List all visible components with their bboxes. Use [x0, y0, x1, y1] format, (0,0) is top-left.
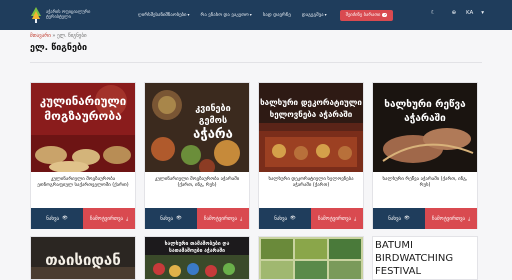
cover-title-line: ხალხური რეწვა: [384, 98, 466, 110]
eye-icon: 👁: [290, 216, 296, 221]
download-icon: ⤓: [240, 216, 243, 222]
download-icon: ⤓: [354, 216, 357, 222]
ebook-title: ხალხური რეწვა აჭარაში (ქართ, ინგ, რუს): [382, 177, 468, 189]
menu-label: ღირსშესანიშნაობები: [138, 13, 187, 18]
download-button[interactable]: ჩამოტვირთვა ⤓: [83, 208, 135, 229]
buy-card-button[interactable]: შეიძინე ბარათი ↗: [339, 9, 394, 21]
menu-item-activities[interactable]: რა ვნახო და ვაკეთო▾: [201, 12, 252, 18]
card-actions: ნახვა 👁 ჩამოტვირთვა ⤓: [373, 208, 477, 229]
logo-icon: [30, 7, 42, 23]
cover-title-line: ხალხური თამაშობები და: [165, 240, 230, 247]
download-button[interactable]: ჩამოტვირთვა ⤓: [311, 208, 363, 229]
breadcrumb-separator: »: [52, 33, 56, 39]
cover-title-line: თაისიდან: [45, 251, 121, 269]
ebook-cover-image: [259, 237, 363, 279]
chevron-down-icon: ▾: [187, 12, 190, 17]
view-label: ნახვა: [274, 215, 288, 222]
view-button[interactable]: ნახვა 👁: [259, 208, 311, 229]
view-label: ნახვა: [160, 215, 174, 222]
ebook-cover-image: თაისიდან: [31, 237, 135, 279]
main-menu: ღირსშესანიშნაობები▾ რა ვნახო და ვაკეთო▾ …: [138, 9, 394, 21]
download-label: ჩამოტვირთვა: [89, 215, 124, 222]
menu-item-sights[interactable]: ღირსშესანიშნაობები▾: [138, 12, 190, 18]
language-label: KA: [465, 10, 474, 16]
ebook-cover-image[interactable]: ხალხური დეკორატიული ხელოვნება აჭარაში: [259, 83, 363, 172]
cover-title-line: ხელოვნება აჭარაში: [270, 109, 353, 119]
ebook-card[interactable]: ხალხური თამაშობები და სათამაშოები აჭარაშ…: [144, 236, 250, 280]
external-link-icon: ↗: [382, 12, 388, 17]
view-button[interactable]: ნახვა 👁: [31, 208, 83, 229]
card-actions: ნახვა 👁 ჩამოტვირთვა ⤓: [31, 208, 135, 229]
dark-mode-icon[interactable]: ☾: [431, 10, 436, 16]
ebook-cover-image: BATUMI BIRDWATCHING FESTIVAL: [373, 237, 477, 279]
view-label: ნახვა: [388, 215, 402, 222]
eye-icon: 👁: [404, 216, 410, 221]
cover-title-line: მოგზაურობა: [44, 109, 122, 123]
breadcrumb-home-link[interactable]: მთავარი: [30, 33, 51, 39]
cover-title-line: BATUMI: [375, 240, 413, 251]
menu-item-planning[interactable]: დაგეგმვა▾: [302, 12, 327, 18]
logo-text: აჭარის ოფიციალური ტურისტული: [46, 10, 90, 20]
ebook-card: კულინარიული მოგზაურობა კულინარიული მოგზა…: [30, 82, 136, 229]
ebook-card[interactable]: BATUMI BIRDWATCHING FESTIVAL: [372, 236, 478, 280]
page-title: ელ. წიგნები: [30, 43, 88, 53]
menu-label: რა ვნახო და ვაკეთო: [200, 13, 249, 18]
menu-label: დაგეგმვა: [301, 13, 324, 18]
globe-icon: ⊕: [451, 10, 457, 16]
ebook-card[interactable]: [258, 236, 364, 280]
ebook-cover-image[interactable]: კულინარიული მოგზაურობა: [31, 83, 135, 172]
download-label: ჩამოტვირთვა: [317, 215, 352, 222]
cover-title-line: აჭარა: [193, 127, 233, 142]
menu-item-stay[interactable]: სად დავრჩე: [263, 13, 291, 18]
view-button[interactable]: ნახვა 👁: [373, 208, 425, 229]
breadcrumb-current: ელ. წიგნები: [57, 33, 87, 39]
logo-line-2: ტურისტული: [46, 15, 71, 20]
chevron-down-icon: ▾: [481, 10, 484, 16]
ebook-card: კვინები გემოს აჭარა კულინარიული მოგზაურო…: [144, 82, 250, 229]
nav-utilities: ☾ ⊕ KA ▾: [423, 10, 484, 16]
ebook-title: კულინარიული მოგზაურობა ეთნოგრაფიულ საქარ…: [37, 177, 129, 189]
cover-title-line: კვინები: [195, 104, 230, 114]
card-actions: ნახვა 👁 ჩამოტვირთვა ⤓: [259, 208, 363, 229]
eye-icon: 👁: [176, 216, 182, 221]
site-logo[interactable]: აჭარის ოფიციალური ტურისტული: [30, 7, 108, 23]
ebook-cover-image: ხალხური თამაშობები და სათამაშოები აჭარაშ…: [145, 237, 249, 279]
ebook-card[interactable]: თაისიდან: [30, 236, 136, 280]
cover-title-line: კულინარიული: [40, 94, 127, 108]
cover-title-line: აჭარაში: [404, 112, 446, 124]
download-button[interactable]: ჩამოტვირთვა ⤓: [425, 208, 477, 229]
ebook-cover-image[interactable]: ხალხური რეწვა აჭარაში: [373, 83, 477, 172]
language-switcher[interactable]: ⊕ KA ▾: [444, 10, 484, 16]
cover-title-line: ხალხური დეკორატიული: [260, 97, 362, 107]
ebook-card: ხალხური დეკორატიული ხელოვნება აჭარაში ხა…: [258, 82, 364, 229]
breadcrumb: მთავარი » ელ. წიგნები: [30, 33, 87, 39]
view-button[interactable]: ნახვა 👁: [145, 208, 197, 229]
card-actions: ნახვა 👁 ჩამოტვირთვა ⤓: [145, 208, 249, 229]
cover-title-line: სათამაშოები აჭარაში: [169, 247, 225, 254]
menu-label: სად დავრჩე: [262, 12, 291, 18]
ebook-title: ხალხური დეკორატიული ხელოვნება აჭარაში (ქ…: [268, 177, 354, 189]
ebook-title: კულინარიული მოგზაურობა აჭარაში (ქართ, ინ…: [154, 177, 240, 189]
top-navbar: აჭარის ოფიციალური ტურისტული ღირსშესანიშნ…: [0, 0, 512, 30]
download-icon: ⤓: [468, 216, 471, 222]
eye-icon: 👁: [62, 216, 68, 221]
buy-card-label: შეიძინე ბარათი: [345, 12, 381, 18]
download-label: ჩამოტვირთვა: [203, 215, 238, 222]
ebook-cover-image[interactable]: კვინები გემოს აჭარა: [145, 83, 249, 172]
cover-title-line: BIRDWATCHING: [375, 253, 453, 264]
cover-title-line: FESTIVAL: [375, 266, 422, 277]
view-label: ნახვა: [46, 215, 60, 222]
download-button[interactable]: ჩამოტვირთვა ⤓: [197, 208, 249, 229]
chevron-down-icon: ▾: [324, 12, 327, 17]
ebook-card: ხალხური რეწვა აჭარაში ხალხური რეწვა აჭარ…: [372, 82, 478, 229]
download-label: ჩამოტვირთვა: [431, 215, 466, 222]
chevron-down-icon: ▾: [249, 12, 252, 17]
cover-title-line: გემოს: [199, 116, 227, 126]
divider: [30, 62, 482, 63]
download-icon: ⤓: [126, 216, 129, 222]
